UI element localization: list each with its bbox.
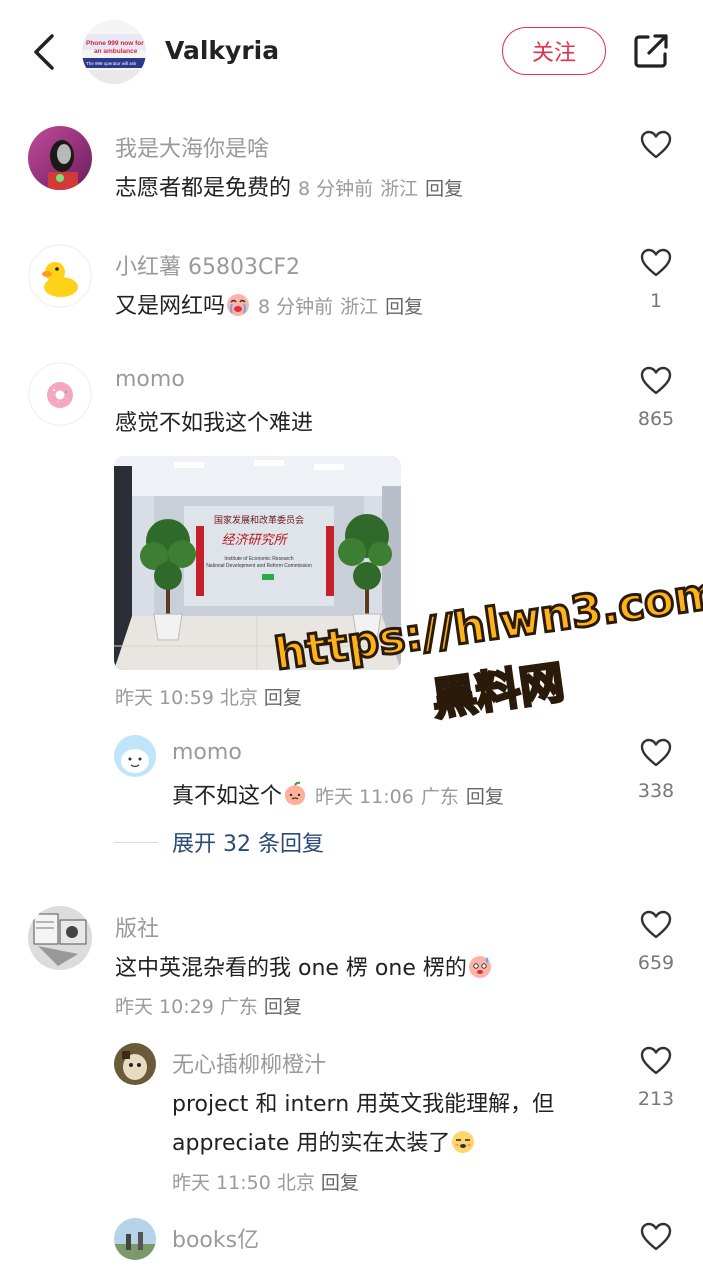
svg-text:Phone 999 now for: Phone 999 now for — [86, 40, 144, 47]
comment-location: 广东 — [420, 786, 459, 808]
reply-button[interactable]: 回复 — [385, 296, 423, 318]
follow-button[interactable]: 关注 — [502, 27, 606, 75]
like-heart-icon[interactable] — [640, 130, 672, 160]
svg-text:The 999 operator will ask: The 999 operator will ask — [86, 61, 137, 66]
comment-time: 8 分钟前 — [258, 296, 334, 318]
commenter-avatar[interactable] — [114, 735, 156, 777]
comment-time: 8 分钟前 — [298, 178, 374, 200]
comment-body: 志愿者都是免费的 — [115, 176, 292, 201]
like-count: 338 — [637, 780, 675, 802]
comment-meta: 昨天 10:29 广东 回复 — [115, 992, 302, 1019]
expand-divider — [114, 842, 158, 843]
comment-time: 昨天 11:50 — [172, 1172, 271, 1194]
like-count: 659 — [637, 952, 675, 974]
svg-text:an ambulance: an ambulance — [94, 48, 138, 55]
peach-emoji-icon — [284, 781, 306, 805]
commenter-avatar[interactable] — [28, 126, 92, 190]
expand-replies-button[interactable]: 展开 32 条回复 — [172, 826, 324, 858]
comment-body-line1: project 和 intern 用英文我能理解，但 — [172, 1092, 555, 1117]
comment-location: 浙江 — [380, 178, 419, 200]
svg-text:National Development and Refor: National Development and Reform Commissi… — [206, 563, 312, 569]
svg-text:Institute of Economic Research: Institute of Economic Research — [224, 556, 293, 562]
svg-text:国家发展和改革委员会: 国家发展和改革委员会 — [214, 514, 304, 526]
comment-text: 又是网红吗 8 分钟前 浙江 回复 — [115, 288, 423, 320]
watermark-title: 黑料网 — [428, 656, 569, 728]
like-count: 213 — [637, 1088, 675, 1110]
comment-body: 又是网红吗 — [115, 294, 226, 319]
svg-text:经济研究所: 经济研究所 — [221, 532, 288, 548]
comment-location: 北京 — [276, 1172, 315, 1194]
commenter-name[interactable]: 我是大海你是啥 — [115, 131, 269, 163]
commenter-avatar[interactable] — [28, 362, 92, 426]
comment-body: 这中英混杂看的我 one 楞 one 楞的 — [115, 956, 467, 981]
comment-body-line2: appreciate 用的实在太装了 — [172, 1131, 451, 1156]
comment-text: 志愿者都是免费的 8 分钟前 浙江 回复 — [115, 170, 463, 202]
like-count: 865 — [637, 408, 675, 430]
commenter-name[interactable]: 版社 — [115, 911, 159, 943]
commenter-avatar[interactable] — [114, 1043, 156, 1085]
commenter-avatar[interactable] — [28, 244, 92, 308]
author-avatar[interactable]: Phone 999 now for an ambulance The 999 o… — [82, 20, 146, 84]
comment-location: 广东 — [219, 996, 258, 1018]
like-heart-icon[interactable] — [640, 1046, 672, 1076]
comment-time: 昨天 11:06 — [315, 786, 414, 808]
comment-text: appreciate 用的实在太装了 — [172, 1125, 476, 1157]
like-heart-icon[interactable] — [640, 910, 672, 940]
commenter-name[interactable]: 无心插柳柳橙汁 — [172, 1047, 326, 1079]
back-chevron-icon[interactable] — [30, 32, 60, 72]
crying-emoji-icon — [227, 294, 250, 316]
top-bar: Phone 999 now for an ambulance The 999 o… — [0, 0, 703, 110]
like-heart-icon[interactable] — [640, 1222, 672, 1252]
reply-button[interactable]: 回复 — [425, 178, 463, 200]
comment-time: 昨天 10:29 — [115, 996, 214, 1018]
commenter-name[interactable]: momo — [172, 740, 242, 765]
comment-time: 昨天 10:59 — [115, 687, 214, 709]
author-name[interactable]: Valkyria — [165, 36, 279, 65]
comment-meta: 昨天 11:50 北京 回复 — [172, 1168, 359, 1195]
smug-emoji-icon — [452, 1131, 475, 1153]
comment-text: 这中英混杂看的我 one 楞 one 楞的 — [115, 950, 493, 982]
like-heart-icon[interactable] — [640, 248, 672, 278]
commenter-name[interactable]: books亿 — [172, 1222, 259, 1254]
share-icon[interactable] — [632, 32, 670, 70]
commenter-avatar[interactable] — [28, 906, 92, 970]
like-heart-icon[interactable] — [640, 366, 672, 396]
comment-body: 真不如这个 — [172, 784, 283, 809]
commenter-name[interactable]: momo — [115, 367, 185, 392]
comment-location: 北京 — [219, 687, 258, 709]
comment-meta: 昨天 10:59 北京 回复 — [115, 683, 302, 710]
like-heart-icon[interactable] — [640, 738, 672, 768]
comment-body: 感觉不如我这个难进 — [115, 411, 314, 436]
comment-location: 浙江 — [340, 296, 379, 318]
like-count: 1 — [649, 290, 663, 312]
reply-button[interactable]: 回复 — [264, 996, 302, 1018]
comment-text: 真不如这个 昨天 11:06 广东 回复 — [172, 778, 504, 810]
commenter-avatar[interactable] — [114, 1218, 156, 1260]
reply-button[interactable]: 回复 — [466, 786, 504, 808]
reply-button[interactable]: 回复 — [321, 1172, 359, 1194]
commenter-name[interactable]: 小红薯 65803CF2 — [115, 249, 300, 281]
sweating-emoji-icon — [468, 956, 491, 978]
